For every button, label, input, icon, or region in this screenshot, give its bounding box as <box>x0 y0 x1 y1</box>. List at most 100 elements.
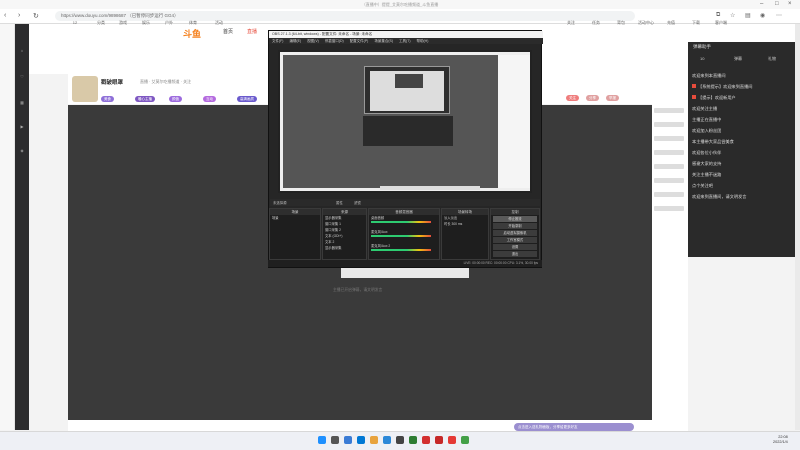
volume-meter[interactable] <box>371 249 431 251</box>
header-nav-item[interactable]: 体育 <box>182 20 204 26</box>
header-nav-item[interactable]: 户外 <box>158 20 180 26</box>
streamer-action-button[interactable]: 关注 <box>566 95 579 101</box>
page-scrollbar[interactable] <box>795 24 800 430</box>
streamer-subtitle: 直播 · 艾莫尔吃播频道 · 关注 <box>140 79 192 84</box>
extension-icon[interactable]: ⧉ <box>716 12 720 19</box>
header-nav-item[interactable]: 娱乐 <box>135 20 157 26</box>
streamer-action-button[interactable]: 举报 <box>606 95 619 101</box>
app-icon[interactable] <box>435 436 443 444</box>
app-icon[interactable] <box>409 436 417 444</box>
back-icon[interactable]: ‹ <box>4 12 6 19</box>
start-icon[interactable] <box>318 436 326 444</box>
nav-live-icon[interactable]: ▶ <box>15 124 29 129</box>
app-icon[interactable] <box>461 436 469 444</box>
streamer-tag[interactable]: 美食 <box>101 96 114 102</box>
streamer-tag[interactable]: 高清画质 <box>237 96 257 102</box>
danmu-tab[interactable]: 礼物 <box>768 56 776 62</box>
danmu-line: 欢迎来到本直播间 <box>692 73 796 79</box>
nav-category-icon[interactable]: ▦ <box>15 100 29 105</box>
header-action-item[interactable]: 下载 <box>685 20 707 26</box>
header-action-item[interactable]: 客户端 <box>710 20 732 26</box>
taskbar-clock[interactable]: 22:08 2022/1/4 <box>773 435 788 445</box>
danmu-badge-icon <box>692 84 696 88</box>
store-icon[interactable] <box>383 436 391 444</box>
header-nav-item[interactable]: 游戏 <box>112 20 134 26</box>
reload-icon[interactable]: ↻ <box>33 12 39 20</box>
obs-menu-item[interactable]: 工具(T) <box>399 39 410 43</box>
obs-control-button[interactable]: 设置 <box>493 244 537 250</box>
danmu-line: 主播正在直播中 <box>692 117 796 123</box>
streamer-tag[interactable]: 互动 <box>203 96 216 102</box>
site-logo[interactable]: 斗鱼 <box>183 27 201 40</box>
obs-menu-item[interactable]: 编辑(E) <box>289 39 301 43</box>
window-title: （直播中）提提_艾莫尔吃播频道_斗鱼直播 <box>361 2 439 7</box>
obs-control-button[interactable]: 工作室模式 <box>493 237 537 243</box>
forward-icon[interactable]: › <box>18 12 20 19</box>
obs-menu-item[interactable]: 文件(F) <box>272 39 283 43</box>
header-nav-item[interactable]: 分类 <box>90 20 112 26</box>
obs-control-button[interactable]: 启动虚拟摄像机 <box>493 230 537 236</box>
nested-capture-sidebar <box>498 55 530 188</box>
minimize-button[interactable]: – <box>760 1 763 7</box>
obs-control-button[interactable]: 开始录制 <box>493 223 537 229</box>
filters-button[interactable]: 滤镜 <box>354 200 361 205</box>
maximize-button[interactable]: □ <box>775 1 779 7</box>
danmu-tab[interactable]: 10 <box>700 56 704 61</box>
obs-menu-item[interactable]: 场景集合(S) <box>374 39 393 43</box>
player-control-strip <box>341 268 469 278</box>
obs-menubar: 文件(F) 编辑(E) 视图(V) 停靠窗口(D) 配置文件(P) 场景集合(S) 工具(T… <box>269 38 543 44</box>
edge-icon[interactable] <box>357 436 365 444</box>
app-icon[interactable] <box>422 436 430 444</box>
obs-control-button[interactable]: 停止推流 <box>493 216 537 222</box>
browser-sidebar <box>0 24 15 430</box>
task-view-icon[interactable] <box>344 436 352 444</box>
volume-meter[interactable] <box>371 235 431 237</box>
source-item[interactable]: 显示器采集 <box>323 245 366 251</box>
nav-video-icon[interactable]: ◈ <box>15 148 29 153</box>
collections-icon[interactable]: ▤ <box>745 12 751 19</box>
nav-follow-icon[interactable]: ♡ <box>15 74 29 79</box>
nav-live-link[interactable]: 直播 <box>247 28 257 35</box>
obs-menu-item[interactable]: 配置文件(P) <box>350 39 369 43</box>
nav-home-link[interactable]: 首页 <box>223 28 233 35</box>
profile-icon[interactable]: ◉ <box>760 12 765 19</box>
danmu-line-text: 主播正在直播中 <box>692 117 722 122</box>
transition-duration[interactable]: 时长 300 ms <box>442 221 488 227</box>
obs-titlebar: OBS 27.1.3 (64-bit, windows) - 配置文件: 未命名… <box>269 31 543 38</box>
streamer-name: 戳破眼罩 <box>101 80 124 86</box>
streamer-tag[interactable]: 颜值 <box>169 96 182 102</box>
mixer-channel: 桌面音频 <box>369 215 439 229</box>
search-icon[interactable] <box>331 436 339 444</box>
volume-meter[interactable] <box>371 221 431 223</box>
scenes-dock: 场景 场景 <box>269 208 321 260</box>
obs-icon[interactable] <box>396 436 404 444</box>
chat-message-placeholder <box>654 136 684 141</box>
streamer-tag[interactable]: 暖心主播 <box>135 96 155 102</box>
close-button[interactable]: × <box>788 1 792 7</box>
header-nav-item[interactable]: 12 <box>64 20 86 25</box>
app-icon[interactable] <box>448 436 456 444</box>
header-action-item[interactable]: 背包 <box>610 20 632 26</box>
header-action-item[interactable]: 活动中心 <box>635 20 657 26</box>
gift-panel-button[interactable]: 点击进入送礼物面板，分享给更多好友 <box>514 423 634 431</box>
favorite-icon[interactable]: ☆ <box>730 12 735 19</box>
streamer-action-button[interactable]: 分享 <box>586 95 599 101</box>
header-action-item[interactable]: 关注 <box>560 20 582 26</box>
obs-control-button[interactable]: 退出 <box>493 251 537 257</box>
chat-message-placeholder <box>654 108 684 113</box>
obs-menu-item[interactable]: 视图(V) <box>307 39 319 43</box>
obs-menu-item[interactable]: 帮助(H) <box>417 39 429 43</box>
obs-menu-item[interactable]: 停靠窗口(D) <box>325 39 344 43</box>
explorer-icon[interactable] <box>370 436 378 444</box>
header-action-item[interactable]: 充值 <box>660 20 682 26</box>
header-nav-item[interactable]: 活动 <box>208 20 230 26</box>
properties-button[interactable]: 属性 <box>336 200 343 205</box>
danmu-tab[interactable]: 弹幕 <box>734 56 742 62</box>
header-action-item[interactable]: 任务 <box>585 20 607 26</box>
danmu-line: 关注主播不迷路 <box>692 172 796 178</box>
scene-item[interactable]: 场景 <box>270 215 320 221</box>
danmu-line-text: 欢迎关注主播 <box>692 106 718 111</box>
menu-icon[interactable]: ⋯ <box>776 12 782 19</box>
streamer-avatar[interactable] <box>72 76 98 102</box>
nav-home-icon[interactable]: ⌂ <box>15 48 29 53</box>
